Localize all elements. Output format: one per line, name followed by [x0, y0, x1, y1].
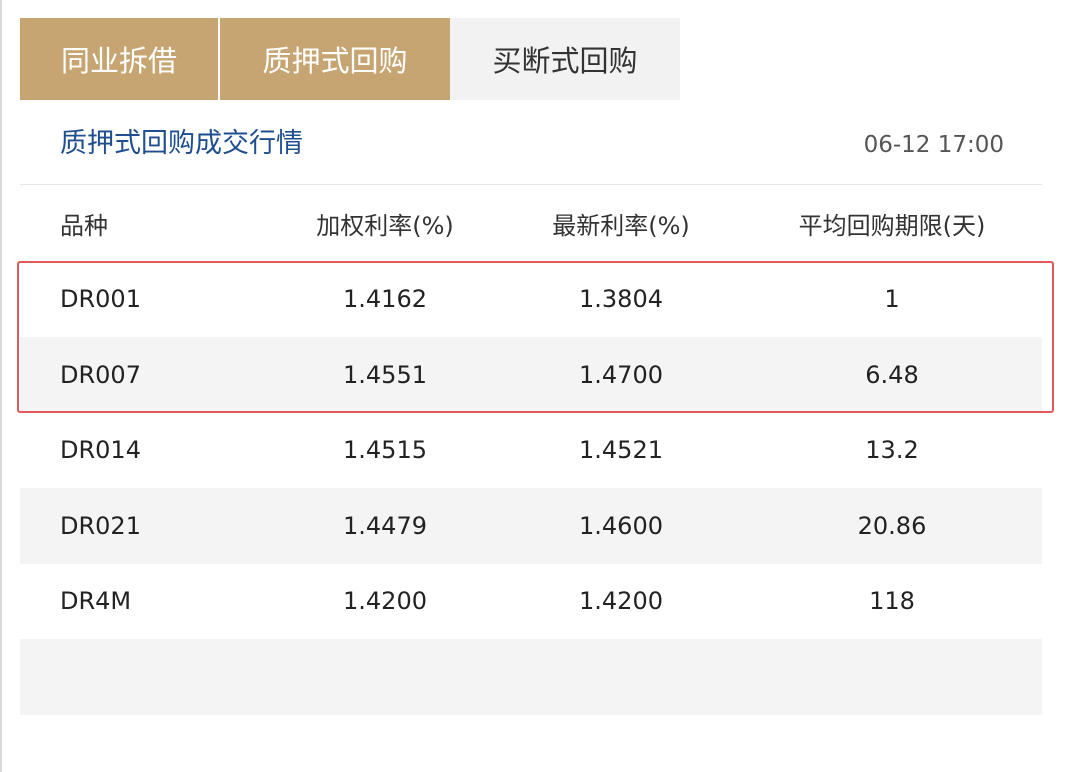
cell-avg-term: 1 — [884, 285, 900, 314]
cell-variety: DR014 — [60, 436, 141, 465]
cell-weighted-rate: 1.4162 — [343, 285, 427, 314]
column-header-avg-term: 平均回购期限(天) — [798, 212, 986, 241]
cell-variety: DR021 — [60, 511, 141, 540]
column-header-weighted-rate: 加权利率(%) — [316, 212, 454, 241]
update-timestamp: 06-12 17:00 — [863, 132, 1004, 158]
cell-weighted-rate: 1.4200 — [343, 587, 427, 616]
table-row[interactable]: DR014 1.4515 1.4521 13.2 — [20, 413, 1042, 489]
cell-variety: DR4M — [60, 587, 132, 616]
left-border — [0, 0, 2, 772]
cell-weighted-rate: 1.4479 — [343, 511, 427, 540]
cell-latest-rate: 1.4521 — [579, 436, 663, 465]
tab-bar: 同业拆借 质押式回购 买断式回购 — [20, 18, 680, 100]
tab-outright-repo[interactable]: 买断式回购 — [450, 18, 680, 100]
cell-variety: DR001 — [60, 285, 141, 314]
table-row[interactable]: DR007 1.4551 1.4700 6.48 — [20, 337, 1042, 413]
divider — [20, 184, 1042, 185]
cell-weighted-rate: 1.4551 — [343, 360, 427, 389]
cell-avg-term: 118 — [869, 587, 915, 616]
table-row[interactable]: DR001 1.4162 1.3804 1 — [20, 262, 1042, 338]
cell-weighted-rate: 1.4515 — [343, 436, 427, 465]
tab-pledged-repo[interactable]: 质押式回购 — [218, 18, 450, 100]
cell-latest-rate: 1.4200 — [579, 587, 663, 616]
cell-latest-rate: 1.4700 — [579, 360, 663, 389]
table-row[interactable]: DR021 1.4479 1.4600 20.86 — [20, 488, 1042, 564]
column-header-latest-rate: 最新利率(%) — [552, 212, 690, 241]
repo-rates-table: 品种 加权利率(%) 最新利率(%) 平均回购期限(天) DR001 1.416… — [20, 186, 1042, 715]
table-header-row: 品种 加权利率(%) 最新利率(%) 平均回购期限(天) — [20, 186, 1042, 262]
section-title: 质押式回购成交行情 — [60, 128, 303, 159]
cell-variety: DR007 — [60, 360, 141, 389]
cell-avg-term: 6.48 — [865, 360, 919, 389]
column-header-variety: 品种 — [60, 212, 108, 241]
cell-avg-term: 13.2 — [865, 436, 919, 465]
cell-latest-rate: 1.4600 — [579, 511, 663, 540]
empty-row — [20, 639, 1042, 715]
cell-avg-term: 20.86 — [857, 511, 927, 540]
cell-latest-rate: 1.3804 — [579, 285, 663, 314]
tab-interbank-lending[interactable]: 同业拆借 — [20, 18, 218, 100]
table-row[interactable]: DR4M 1.4200 1.4200 118 — [20, 564, 1042, 640]
